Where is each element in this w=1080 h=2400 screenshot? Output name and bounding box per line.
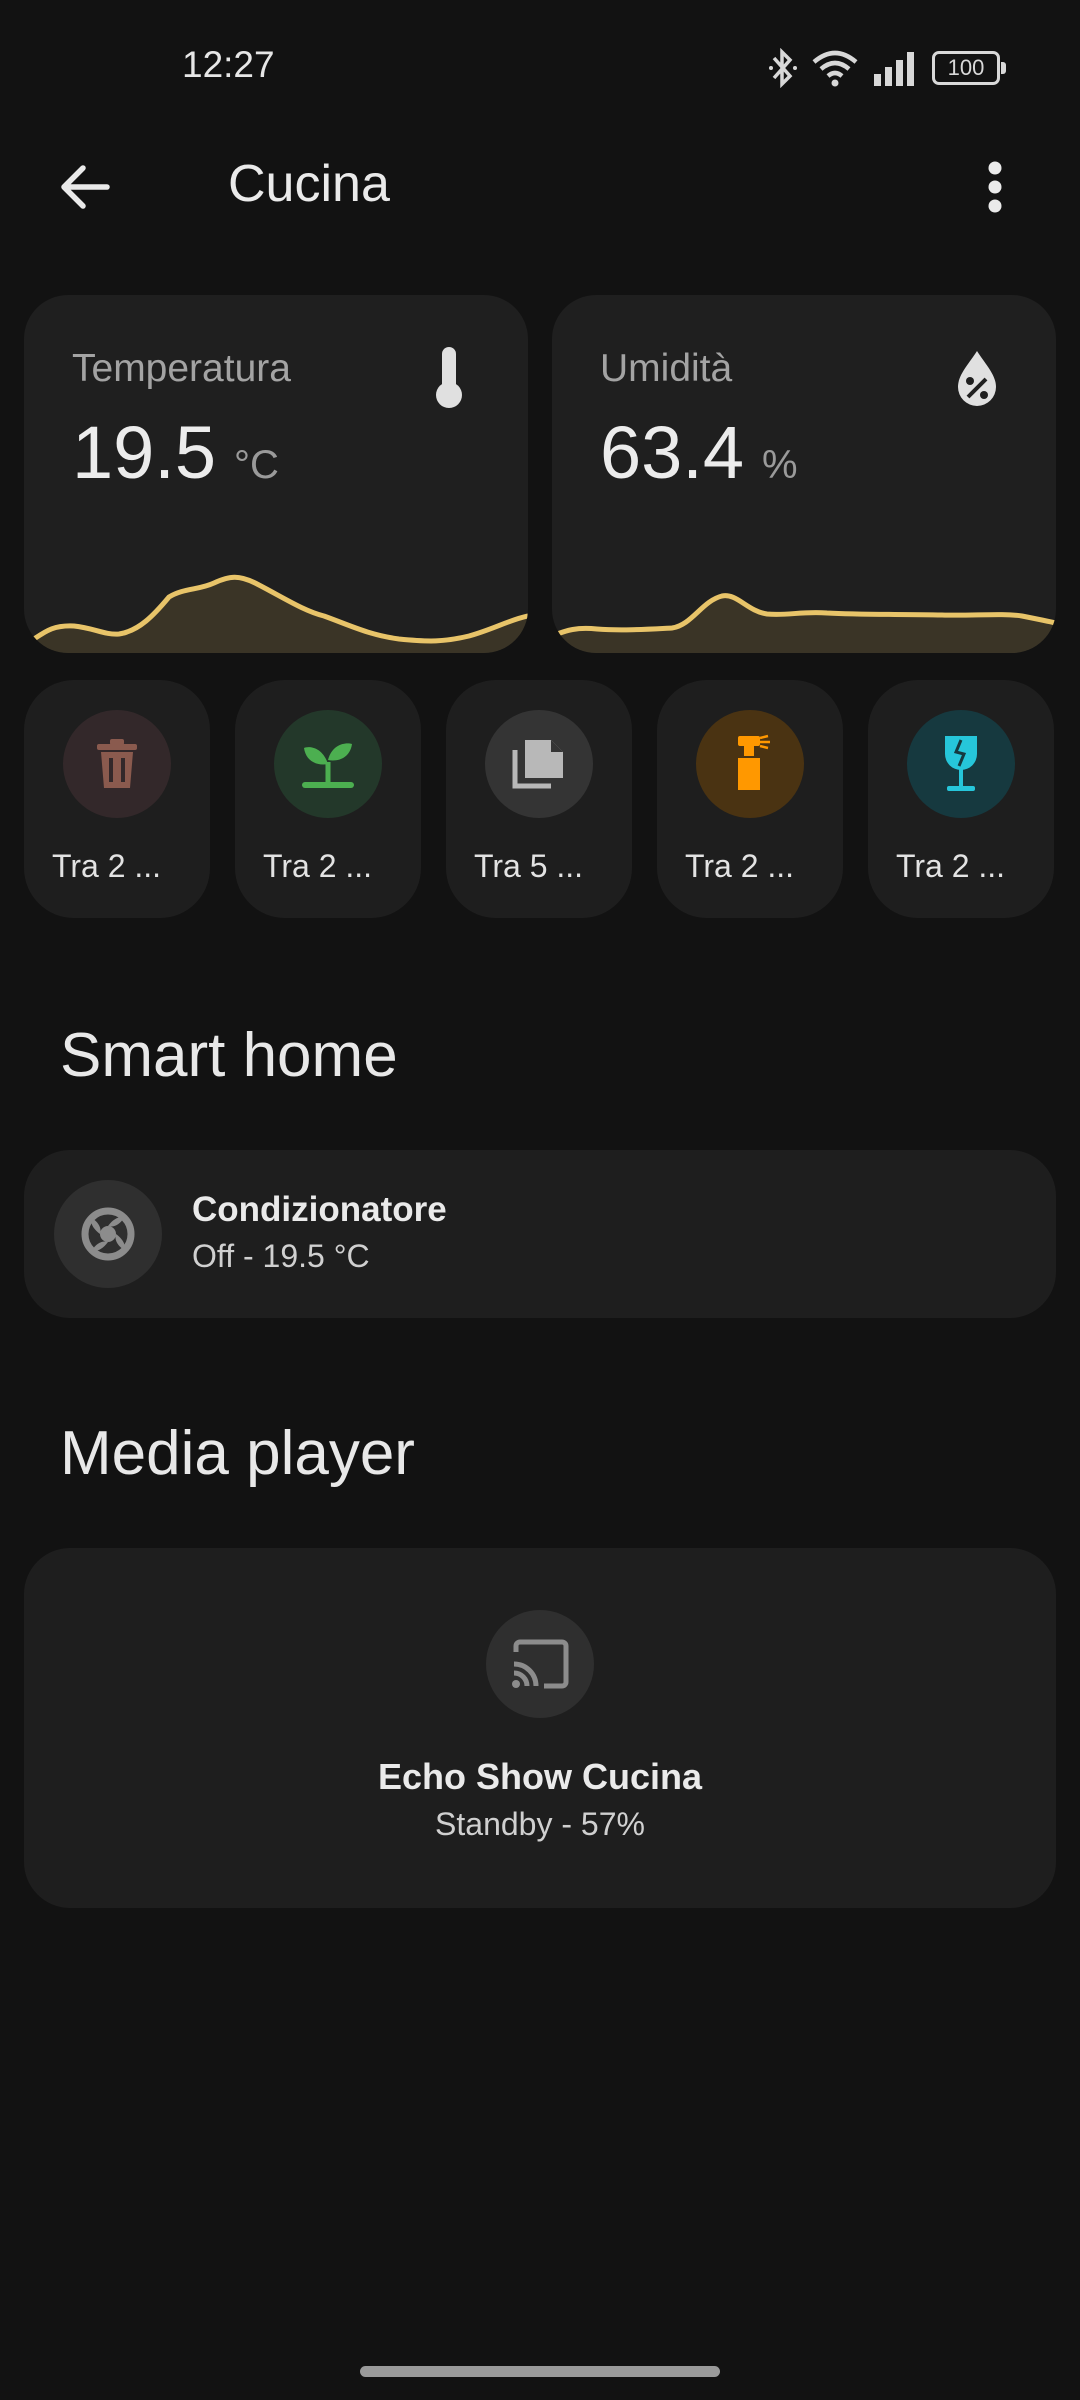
bluetooth-icon: [769, 48, 797, 88]
device-name: Condizionatore: [192, 1190, 447, 1229]
more-options-button[interactable]: [960, 152, 1030, 222]
water-percent-icon: [958, 351, 996, 406]
cast-icon: [512, 1639, 569, 1689]
chip-label: Tra 2 ...: [263, 848, 373, 884]
page-title: Cucina: [228, 155, 390, 213]
sensor-unit: °C: [234, 443, 279, 487]
media-player-card[interactable]: Echo Show Cucina Standby - 57%: [24, 1548, 1056, 1908]
chip-icon-circle: [63, 710, 171, 818]
sensor-card-temperature[interactable]: Temperatura 19.5 °C: [24, 295, 528, 653]
sensor-unit: %: [762, 443, 798, 487]
media-device-name: Echo Show Cucina: [377, 1756, 703, 1797]
more-vert-icon: [988, 161, 1002, 213]
broken-glass-icon: [945, 736, 977, 791]
signal-icon: [874, 52, 914, 86]
sensor-value-number: 19.5: [72, 411, 217, 494]
wifi-icon: [812, 50, 858, 87]
battery-icon: 100: [932, 51, 1006, 85]
chip-paper[interactable]: Tra 5 ...: [446, 680, 632, 918]
spray-bottle-icon: [738, 734, 770, 790]
chip-label: Tra 2 ...: [896, 848, 1006, 884]
humidity-sparkline: [552, 593, 1056, 653]
back-button[interactable]: [50, 152, 120, 222]
sensor-name: Umidità: [600, 347, 733, 390]
sprout-icon: [302, 743, 354, 788]
media-device-state: Standby - 57%: [435, 1806, 645, 1842]
chip-icon-circle: [907, 710, 1015, 818]
chip-label: Tra 2 ...: [685, 848, 795, 884]
chip-icon-circle: [274, 710, 382, 818]
thermometer-icon: [436, 347, 462, 408]
status-icons: 100: [768, 46, 1006, 90]
status-time: 12:27: [182, 44, 275, 85]
arrow-back-icon: [61, 165, 110, 209]
sensor-value: 63.4%: [600, 410, 798, 495]
air-conditioner-icon: [81, 1207, 135, 1261]
chip-icon-circle: [485, 710, 593, 818]
chip-label: Tra 5 ...: [474, 848, 584, 884]
home-indicator[interactable]: [360, 2366, 720, 2377]
chip-trash[interactable]: Tra 2 ...: [24, 680, 210, 918]
sensor-card-humidity[interactable]: Umidità 63.4%: [552, 295, 1056, 653]
chip-plastic[interactable]: Tra 2 ...: [657, 680, 843, 918]
section-title-smart-home: Smart home: [60, 1021, 398, 1090]
chip-glass[interactable]: Tra 2 ...: [868, 680, 1054, 918]
device-state: Off - 19.5 °C: [192, 1238, 370, 1274]
device-icon-circle[interactable]: [54, 1180, 162, 1288]
sensor-value-number: 63.4: [600, 411, 745, 494]
media-icon-circle[interactable]: [486, 1610, 594, 1718]
chip-icon-circle: [696, 710, 804, 818]
chip-organic[interactable]: Tra 2 ...: [235, 680, 421, 918]
trash-can-icon: [97, 739, 137, 788]
sensor-name: Temperatura: [72, 347, 291, 390]
temperature-sparkline: [24, 574, 528, 653]
paper-stack-icon: [512, 740, 563, 789]
smart-home-device-card[interactable]: Condizionatore Off - 19.5 °C: [24, 1150, 1056, 1318]
section-title-media-player: Media player: [60, 1419, 415, 1488]
sensor-value: 19.5 °C: [72, 410, 279, 495]
chip-label: Tra 2 ...: [52, 848, 162, 884]
